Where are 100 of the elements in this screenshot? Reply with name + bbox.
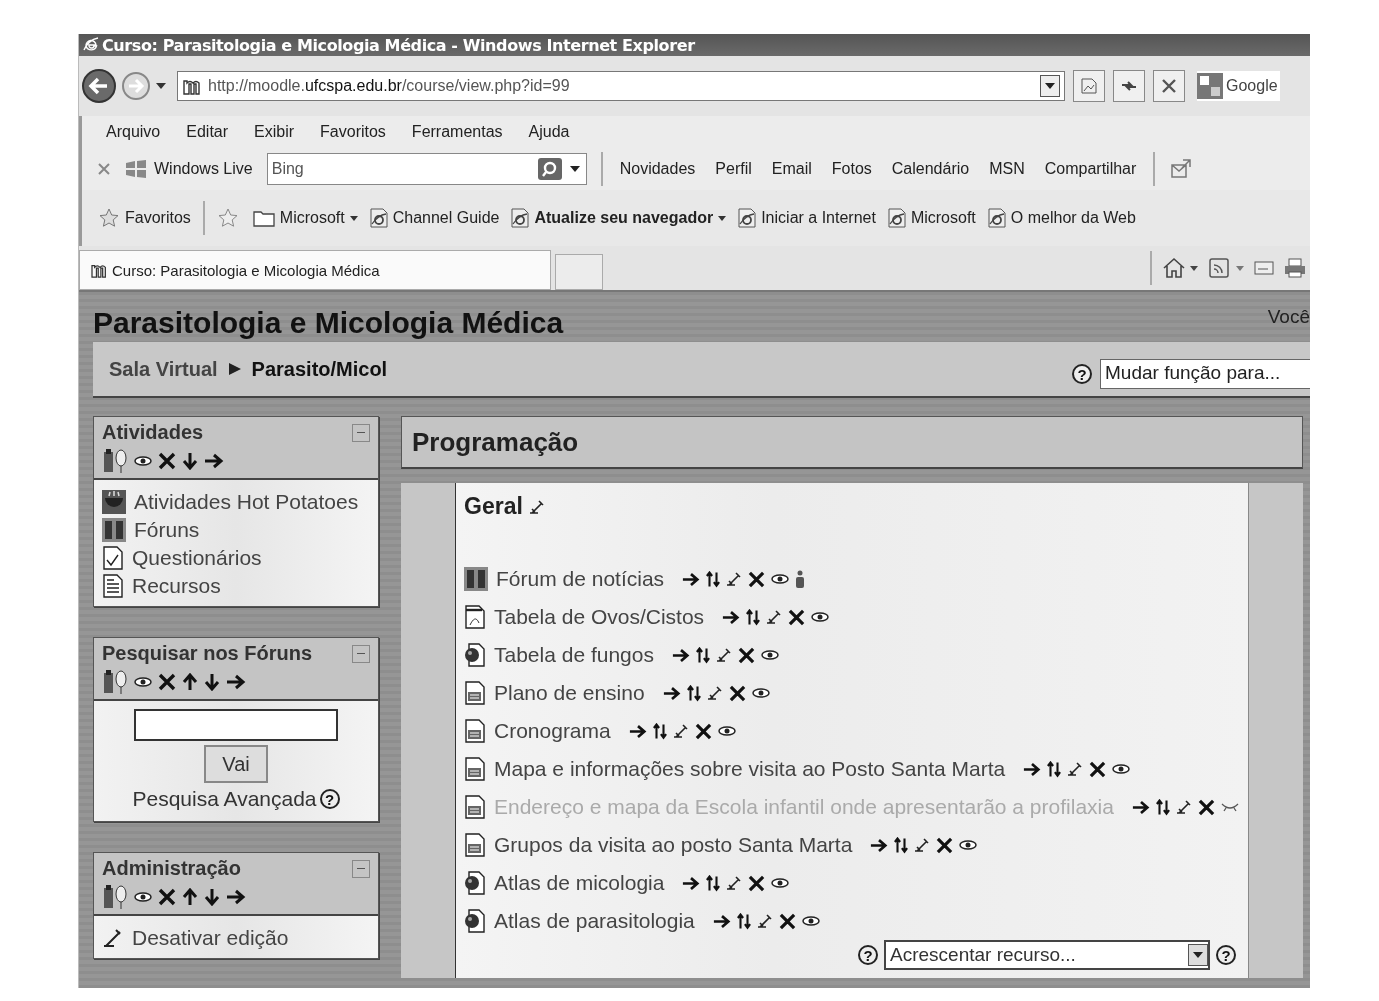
advanced-search-link[interactable]: Pesquisa Avançada xyxy=(132,787,317,811)
menu-item[interactable]: Favoritos xyxy=(320,123,386,141)
feed-icon[interactable] xyxy=(1208,257,1244,279)
eye-icon[interactable] xyxy=(771,877,790,889)
favorites-link[interactable]: Iniciar a Internet xyxy=(738,208,876,228)
delete-icon[interactable] xyxy=(936,836,954,854)
eye-icon[interactable] xyxy=(134,676,152,688)
collapse-button[interactable] xyxy=(352,644,370,663)
move-icon[interactable] xyxy=(706,570,721,588)
menu-item[interactable]: Editar xyxy=(186,123,229,141)
help-button[interactable]: ? xyxy=(858,945,878,965)
home-icon[interactable] xyxy=(1162,257,1198,279)
block-link[interactable]: Questionários xyxy=(132,544,262,572)
share-icon[interactable] xyxy=(1169,157,1194,181)
edit-icon[interactable] xyxy=(706,685,723,701)
edit-icon[interactable] xyxy=(528,498,545,515)
edit-icon[interactable] xyxy=(756,913,773,929)
toolbar-link[interactable]: Novidades xyxy=(619,160,696,178)
edit-icon[interactable] xyxy=(766,609,783,625)
move-icon[interactable] xyxy=(736,912,751,930)
close-icon[interactable] xyxy=(98,163,110,175)
delete-icon[interactable] xyxy=(728,684,746,702)
edit-icon[interactable] xyxy=(672,723,689,739)
delete-icon[interactable] xyxy=(158,888,176,906)
edit-icon[interactable] xyxy=(1067,761,1084,777)
right-arrow-icon[interactable] xyxy=(682,571,701,587)
edit-icon[interactable] xyxy=(726,571,743,587)
delete-icon[interactable] xyxy=(748,874,766,892)
block-link[interactable]: Recursos xyxy=(132,572,221,600)
down-arrow-icon[interactable] xyxy=(182,452,198,470)
favorites-link[interactable]: O melhor da Web xyxy=(987,208,1136,228)
dropdown-icon[interactable] xyxy=(1040,75,1060,97)
menu-item[interactable]: Exibir xyxy=(254,123,295,141)
help-button[interactable]: ? xyxy=(319,789,340,809)
down-arrow-icon[interactable] xyxy=(204,673,220,691)
up-arrow-icon[interactable] xyxy=(182,673,198,691)
right-arrow-icon[interactable] xyxy=(671,647,690,663)
go-button[interactable]: Vai xyxy=(204,745,268,783)
delete-icon[interactable] xyxy=(748,570,766,588)
eye-icon[interactable] xyxy=(801,915,820,927)
role-select[interactable]: Mudar função para... xyxy=(1100,359,1310,389)
right-arrow-icon[interactable] xyxy=(870,837,889,853)
caret-icon[interactable] xyxy=(155,82,167,90)
dropdown-icon[interactable] xyxy=(1188,944,1208,966)
delete-icon[interactable] xyxy=(737,646,755,664)
delete-icon[interactable] xyxy=(778,912,796,930)
toolbar-link[interactable]: Compartilhar xyxy=(1044,160,1137,178)
edit-icon[interactable] xyxy=(715,647,732,663)
move-icon[interactable] xyxy=(894,836,909,854)
collapse-button[interactable] xyxy=(352,423,370,442)
search-provider-field[interactable]: Google xyxy=(1197,71,1280,101)
eye-icon[interactable] xyxy=(717,725,736,737)
activity-link[interactable]: Fórum de notícias xyxy=(496,567,665,591)
move-icon[interactable] xyxy=(695,646,710,664)
down-arrow-icon[interactable] xyxy=(204,888,220,906)
delete-icon[interactable] xyxy=(158,452,176,470)
block-link[interactable]: Atividades Hot Potatoes xyxy=(134,488,359,516)
add-resource-select[interactable]: Acrescentar recurso... xyxy=(884,940,1210,970)
caret-icon[interactable] xyxy=(569,166,580,172)
eye-icon[interactable] xyxy=(771,573,790,585)
activity-link[interactable]: Atlas de parasitologia xyxy=(494,909,695,933)
block-link[interactable]: Fóruns xyxy=(134,516,200,544)
collapse-button[interactable] xyxy=(352,859,370,878)
right-arrow-icon[interactable] xyxy=(1023,761,1042,777)
favorites-link[interactable]: Microsoft xyxy=(887,208,976,228)
right-arrow-icon[interactable] xyxy=(662,685,681,701)
people-icon[interactable] xyxy=(102,448,128,474)
favorites-link[interactable]: Channel Guide xyxy=(369,208,500,228)
delete-icon[interactable] xyxy=(1197,798,1215,816)
menu-item[interactable]: Ferramentas xyxy=(411,123,503,141)
toolbar-link[interactable]: Fotos xyxy=(831,160,872,178)
right-arrow-icon[interactable] xyxy=(226,674,246,690)
move-icon[interactable] xyxy=(652,722,667,740)
activity-link[interactable]: Plano de ensino xyxy=(494,681,645,705)
help-button[interactable]: ? xyxy=(1072,364,1092,384)
eye-icon[interactable] xyxy=(1112,763,1131,775)
refresh-button[interactable] xyxy=(1113,70,1145,102)
move-icon[interactable] xyxy=(686,684,701,702)
activity-link[interactable]: Atlas de micologia xyxy=(494,871,665,895)
address-field[interactable]: http://moodle.ufcspa.edu.br/course/view.php?id=99 xyxy=(177,71,1065,101)
toolbar-link[interactable]: MSN xyxy=(989,160,1025,178)
toolbar-link[interactable]: Email xyxy=(771,160,812,178)
right-arrow-icon[interactable] xyxy=(1131,799,1150,815)
move-icon[interactable] xyxy=(1155,798,1170,816)
activity-link[interactable]: Mapa e informações sobre visita ao Posto Santa Marta xyxy=(494,757,1006,781)
browser-tab[interactable]: Curso: Parasitologia e Micologia Médica xyxy=(79,250,551,290)
delete-icon[interactable] xyxy=(1089,760,1107,778)
delete-icon[interactable] xyxy=(788,608,806,626)
right-arrow-icon[interactable] xyxy=(226,889,246,905)
eye-icon[interactable] xyxy=(751,687,770,699)
favorites-link[interactable]: Microsoft xyxy=(252,209,358,227)
move-icon[interactable] xyxy=(1047,760,1062,778)
eye-icon[interactable] xyxy=(959,839,978,851)
activity-link[interactable]: Tabela de fungos xyxy=(494,643,654,667)
delete-icon[interactable] xyxy=(158,673,176,691)
toolbar-link[interactable]: Calendário xyxy=(891,160,970,178)
help-button[interactable]: ? xyxy=(1216,945,1236,965)
toolbar-link[interactable]: Perfil xyxy=(715,160,752,178)
move-icon[interactable] xyxy=(706,874,721,892)
eye-icon[interactable] xyxy=(760,649,779,661)
